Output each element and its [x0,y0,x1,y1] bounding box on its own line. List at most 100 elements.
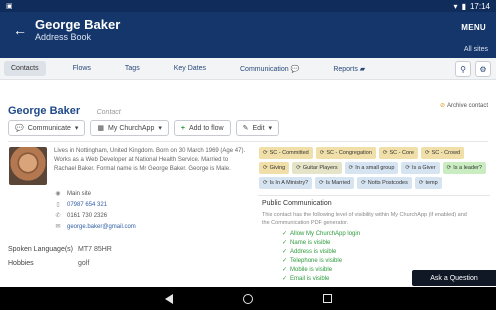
sync-icon: ⟳ [263,150,268,156]
field-row: Spoken Language(s) MT7 85HR [8,246,112,253]
chat-icon: 💬 [290,65,300,73]
contact-page: George Baker Contact ⊘ Archive contact 💬 … [0,81,496,287]
tag-chip[interactable]: ⟳ Giving [259,162,290,174]
tag-label: Is a Giver [412,165,436,171]
field-value: golf [78,260,90,267]
tag-chip[interactable]: ⟳ SC - Crowd [420,147,464,159]
communicate-button[interactable]: 💬 Communicate ▾ [8,120,86,136]
archive-contact-link[interactable]: ⊘ Archive contact [440,102,488,109]
sync-icon: ⟳ [418,180,424,186]
phone-icon: ✆ [55,213,61,219]
tag-chip[interactable]: ⟳ Guitar Players [292,162,342,174]
tag-label: In a small group [355,165,395,171]
tag-chip[interactable]: ⟳ Is Married [315,177,355,189]
tag-chip[interactable]: ⟳ Is a Giver [401,162,440,174]
add-to-flow-label: Add to flow [188,124,224,132]
contact-type: Contact [96,109,121,116]
tag-label: Is Married [325,180,351,186]
sync-icon: ⟳ [361,180,366,186]
back-arrow-icon[interactable]: ← [12,22,28,38]
site-selector[interactable]: All sites [464,46,488,53]
tab-flows[interactable]: Flows [66,61,98,76]
sim-icon: ▣ [6,3,13,10]
site-label: Main site [67,191,92,197]
tab-communication-label: Communication [240,65,289,73]
field-label: Hobbies [8,260,34,267]
tag-label: SC - Congregation [326,150,372,156]
nav-back-icon[interactable] [164,293,173,304]
field-row: Hobbies golf [8,260,89,267]
public-communication-description: This contact has the following level of … [262,212,467,226]
tab-communication[interactable]: Communication 💬 [233,61,306,77]
ask-question-button[interactable]: Ask a Question [412,270,496,286]
clock: 17:14 [469,1,490,11]
location-pin-icon: ◉ [55,191,61,197]
pencil-icon: ✎ [242,125,249,132]
search-button[interactable]: ⚲ [455,61,471,77]
tag-chip[interactable]: ⟳ Is In A Ministry? [259,177,313,189]
sync-icon: ⟳ [382,150,388,156]
contact-details: ◉ Main site ▯ 07987 654 321 ✆ 0161 730 2326… [54,189,136,233]
settings-button[interactable]: ⚙ [475,61,491,77]
field-label: Spoken Language(s) [8,246,73,253]
public-communication-title: Public Communication [262,200,332,207]
tag-chip[interactable]: ⟳ Is a leader? [442,162,486,174]
sync-icon: ⟳ [405,165,411,171]
tag-label: SC - Core [389,150,414,156]
add-to-flow-button[interactable]: + Add to flow [173,120,231,136]
tag-chip[interactable]: ⟳ Notts Postcodes [357,177,412,189]
tag-label: Notts Postcodes [367,180,408,186]
sync-icon: ⟳ [296,165,301,171]
chat-icon: 💬 [15,125,24,132]
phone-value[interactable]: 0161 730 2326 [67,211,107,222]
nav-recents-icon[interactable] [322,294,332,303]
tab-reports[interactable]: Reports ▰ [326,61,372,77]
status-bar: ▣ ▾ ▮ 17:14 [0,0,496,12]
tag-chip[interactable]: ⟳ In a small group [344,162,399,174]
contact-name: George Baker [8,105,81,117]
sync-icon: ⟳ [319,180,324,186]
tag-chip[interactable]: ⟳ temp [414,177,442,189]
divider [8,141,488,142]
mobile-link[interactable]: 07987 654 321 [67,200,107,211]
nav-home-icon[interactable] [242,293,253,304]
sync-icon: ⟳ [424,150,430,156]
communicate-label: Communicate [27,124,71,132]
page-subtitle: Address Book [35,32,92,42]
chevron-down-icon: ▾ [158,125,162,132]
tag-label: Is In A Ministry? [269,180,309,186]
avatar [9,147,47,185]
battery-icon: ▮ [461,1,466,11]
tag-label: Is a leader? [453,165,482,171]
visibility-item: Telephone is visible [282,257,490,266]
tab-tags[interactable]: Tags [118,61,147,76]
visibility-item: Address is visible [282,248,490,257]
email-link[interactable]: george.baker@gmail.com [67,222,136,233]
sync-icon: ⟳ [446,165,452,171]
edit-label: Edit [252,124,265,132]
tag-chip[interactable]: ⟳ SC - Core [378,147,418,159]
churchapp-button[interactable]: ▦ My ChurchApp ▾ [90,120,169,136]
tag-chip[interactable]: ⟳ SC - Congregation [315,147,376,159]
sync-icon: ⟳ [319,150,325,156]
tab-contacts[interactable]: Contacts [4,61,46,76]
chevron-down-icon: ▾ [74,125,79,132]
edit-button[interactable]: ✎ Edit ▾ [235,120,280,136]
plus-icon: + [180,124,185,132]
menu-button[interactable]: MENU [461,23,486,32]
tab-bar: Contacts Flows Tags Key Dates Communicat… [0,58,496,80]
tag-chip[interactable]: ⟳ SC - Committed [259,147,313,159]
visibility-item: Name is visible [282,239,490,248]
tab-reports-label: Reports [333,65,358,73]
churchapp-label: My ChurchApp [108,124,155,132]
search-icon: ⚲ [460,64,466,74]
sync-icon: ⟳ [263,180,268,186]
tag-label: SC - Committed [269,150,309,156]
tag-label: temp [425,180,438,186]
chevron-down-icon: ▾ [268,125,273,132]
gear-icon: ⚙ [479,64,487,74]
about-text: Lives in Nottingham, United Kingdom. Bor… [54,148,246,172]
tab-key-dates[interactable]: Key Dates [167,61,213,76]
tag-list: ⟳ SC - Committed ⟳ SC - Congregation ⟳ SC - C… [259,147,491,189]
folder-icon: ▰ [359,65,366,73]
